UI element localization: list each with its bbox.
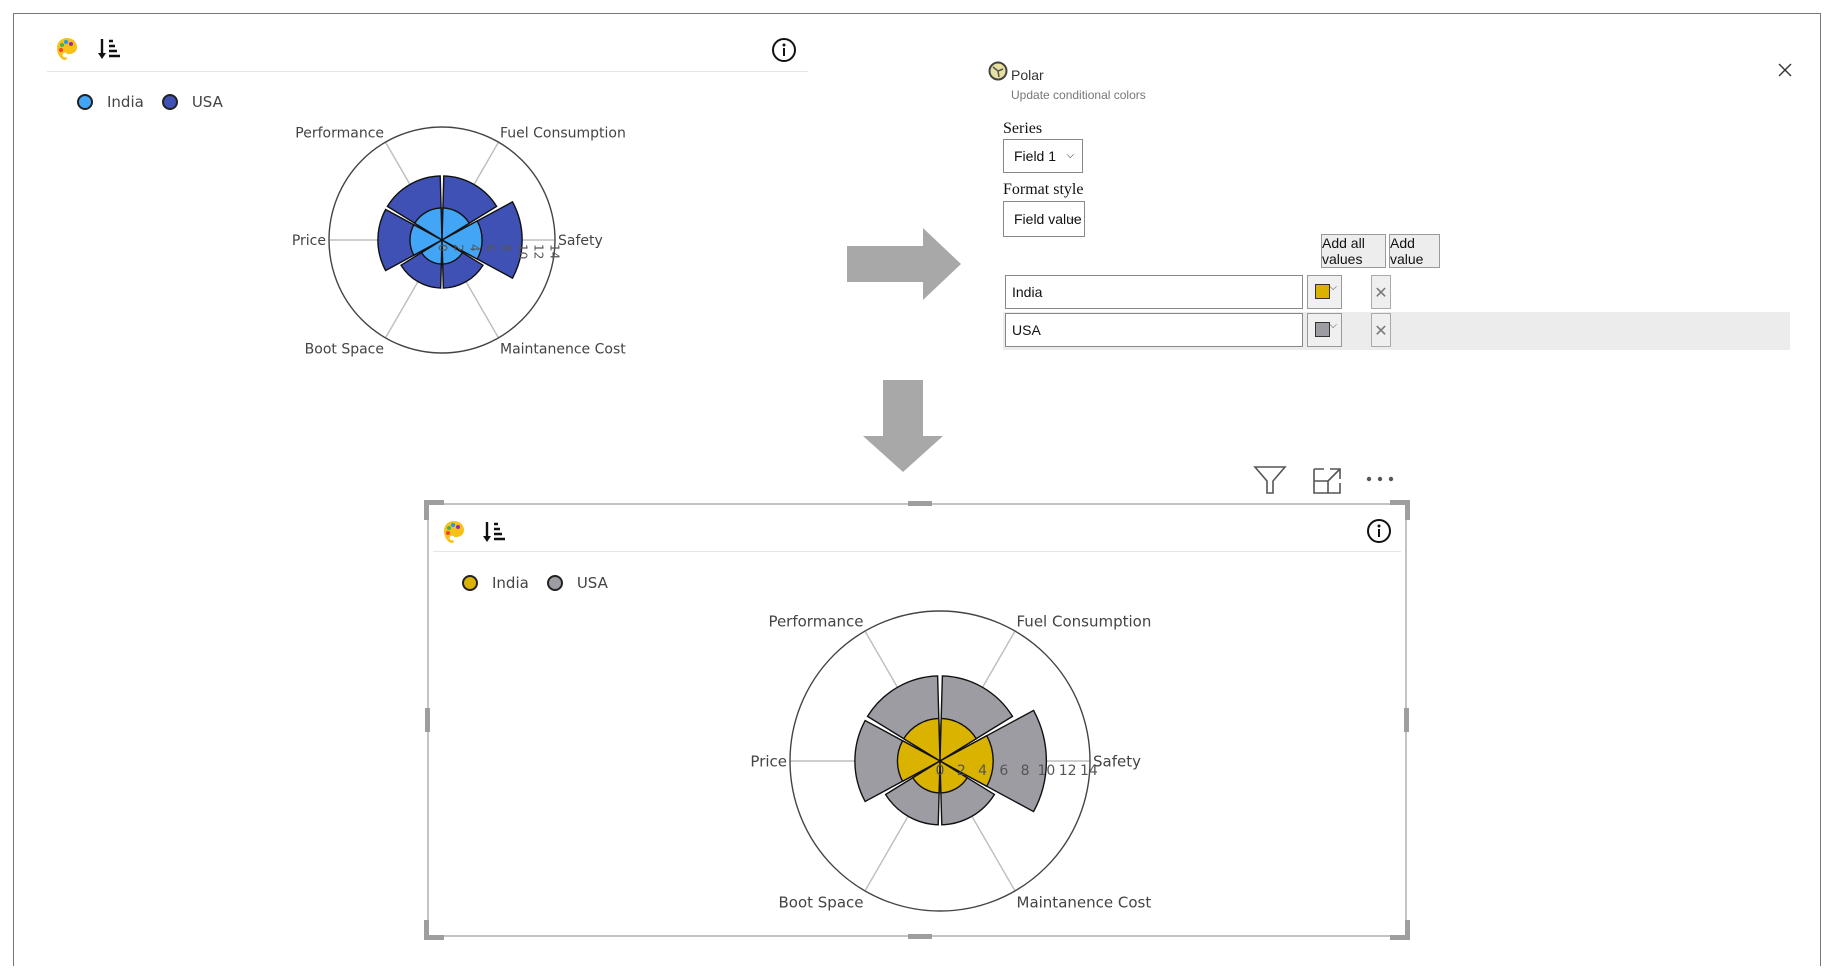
radial-tick-label: 12: [1059, 763, 1077, 779]
radial-tick-label: 8: [1021, 763, 1030, 779]
radial-tick-label: 10: [1037, 763, 1055, 779]
category-label: Safety: [1093, 752, 1141, 770]
category-label: Maintanence Cost: [1017, 894, 1152, 912]
radial-tick-label: 2: [957, 763, 966, 779]
category-label: Fuel Consumption: [1017, 612, 1152, 630]
category-label: Price: [750, 752, 787, 770]
category-label: Performance: [768, 612, 863, 630]
radial-tick-label: 6: [999, 763, 1008, 779]
category-label: Boot Space: [778, 894, 863, 912]
radial-tick-label: 4: [978, 763, 987, 779]
radial-tick-label: 0: [936, 763, 945, 779]
polar-chart-bottom: 0 2 4 6 8 10 12 14SafetyFuel ConsumptionPerform…: [750, 610, 1152, 912]
